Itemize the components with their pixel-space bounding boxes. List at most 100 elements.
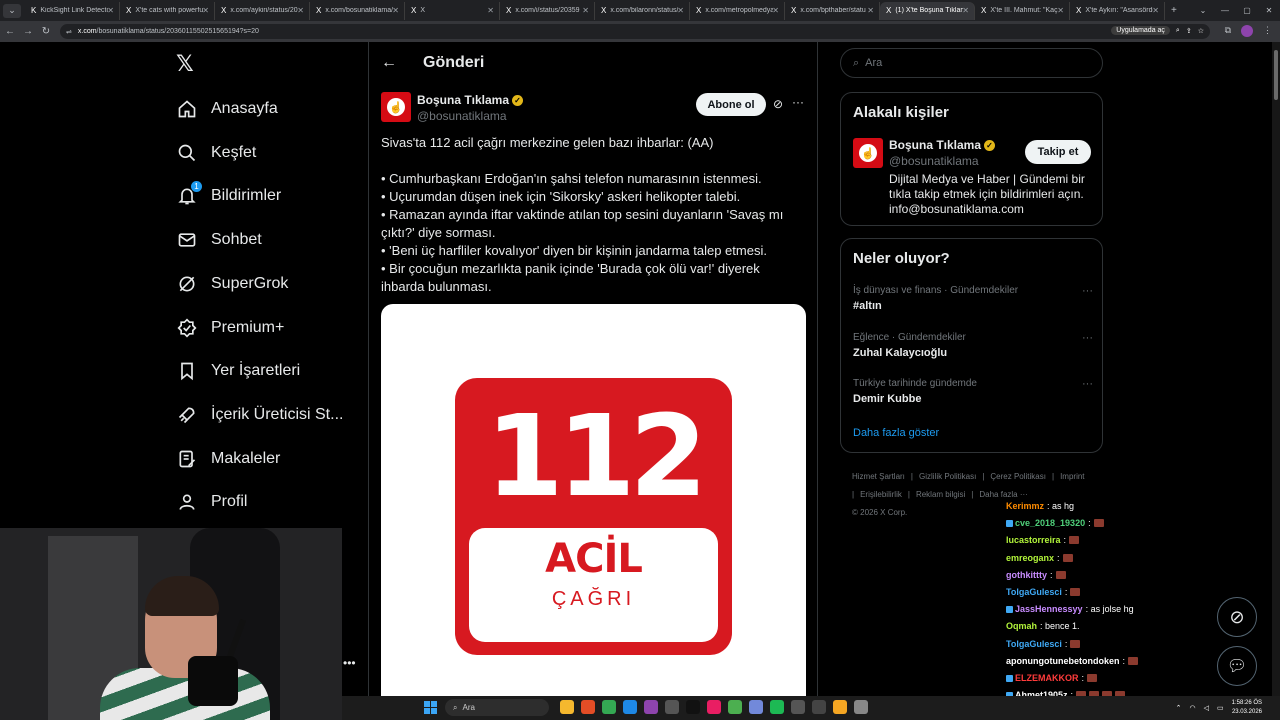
tray-chevron-icon[interactable]: ⌃	[1176, 704, 1182, 712]
bookmark-star-icon[interactable]: ☆	[1198, 27, 1204, 35]
sidebar-item[interactable]: Profil	[176, 487, 247, 517]
sidebar-item[interactable]: Premium+	[176, 313, 284, 343]
browser-tab[interactable]: X (1) X'te Boşuna Tıklam ✕	[880, 1, 975, 20]
chat-username[interactable]: ELZEMAKKOR	[1015, 673, 1079, 683]
messages-fab-button[interactable]: 💬︎	[1217, 646, 1257, 686]
chat-username[interactable]: cve_2018_19320	[1015, 518, 1085, 528]
show-more-link[interactable]: Daha fazla göster	[853, 427, 939, 439]
search-input[interactable]: ⌕ Ara	[840, 48, 1103, 78]
app-icon[interactable]	[854, 700, 868, 714]
sidebar-item[interactable]: Anasayfa	[176, 94, 278, 124]
browser-tab[interactable]: Xx.com/aykiri/status/20 ✕	[215, 1, 310, 20]
footer-link[interactable]: Çerez Politikası	[990, 472, 1046, 481]
app-icon[interactable]	[791, 700, 805, 714]
reload-button[interactable]: ↻	[38, 26, 54, 37]
close-window-button[interactable]: ✕	[1258, 6, 1280, 15]
more-options-icon[interactable]: ···	[792, 95, 804, 109]
chat-username[interactable]: JassHennessyy	[1015, 604, 1083, 614]
browser-tab[interactable]: Xx.com/bilaronn/status/✕	[595, 1, 690, 20]
follow-button[interactable]: Takip et	[1025, 140, 1091, 164]
forward-button[interactable]: →	[20, 26, 36, 37]
trend-more-icon[interactable]: ···	[1082, 378, 1093, 390]
taskbar-clock[interactable]: 1:58:26 ÖS 23.03.2026	[1232, 699, 1262, 717]
tab-close-icon[interactable]: ✕	[202, 6, 209, 15]
app-icon[interactable]	[644, 700, 658, 714]
battery-icon[interactable]: ▭	[1217, 704, 1224, 712]
browser-icon[interactable]	[581, 700, 595, 714]
browser-tab[interactable]: X X ✕	[405, 1, 500, 20]
tab-close-icon[interactable]: ✕	[1057, 6, 1064, 15]
browser-tab[interactable]: Xx.com/metropolmedya ✕	[690, 1, 785, 20]
related-name[interactable]: Boşuna Tıklama ✓	[889, 138, 996, 152]
app-icon[interactable]	[665, 700, 679, 714]
tab-close-icon[interactable]: ✕	[772, 6, 779, 15]
more-icon[interactable]: •••	[343, 656, 356, 670]
author-name[interactable]: Boşuna Tıklama ✓	[417, 93, 524, 107]
spotify-icon[interactable]	[770, 700, 784, 714]
tab-close-icon[interactable]: ✕	[487, 6, 494, 15]
app-icon[interactable]	[707, 700, 721, 714]
tab-list-icon[interactable]: ⌄	[1192, 6, 1214, 15]
browser-tab[interactable]: X X'te cats with powerful ✕	[120, 1, 215, 20]
address-bar[interactable]: ⇌ x.com/bosunatiklama/status/20360115502…	[60, 24, 1210, 39]
x-logo-icon[interactable]: 𝕏	[176, 52, 194, 77]
windows-start-icon[interactable]	[424, 701, 437, 714]
maximize-button[interactable]: ▢	[1236, 6, 1258, 15]
minimize-button[interactable]: —	[1214, 6, 1236, 15]
tab-close-icon[interactable]: ✕	[962, 6, 969, 15]
author-avatar[interactable]: ☝	[381, 92, 411, 122]
subscribe-button[interactable]: Abone ol	[696, 93, 766, 116]
chat-username[interactable]: lucastorreira	[1006, 535, 1061, 545]
wifi-icon[interactable]: ◠	[1190, 704, 1196, 712]
discord-icon[interactable]	[749, 700, 763, 714]
profile-avatar[interactable]	[1241, 25, 1253, 37]
sidebar-item[interactable]: 1 Bildirimler	[176, 181, 281, 211]
chat-username[interactable]: Kerimmz	[1006, 501, 1044, 511]
post-image[interactable]: 112 ACİL ÇAĞRI	[381, 304, 806, 720]
whatsapp-icon[interactable]	[728, 700, 742, 714]
chat-username[interactable]: TolgaGulesci	[1006, 587, 1062, 597]
sidebar-item[interactable]: SuperGrok	[176, 269, 288, 299]
open-in-app-button[interactable]: Uygulamada aç	[1111, 26, 1170, 35]
grok-icon[interactable]: ⊘	[773, 97, 783, 111]
edge-icon[interactable]	[623, 700, 637, 714]
trend-item[interactable]: Eğlence · Gündemdekiler Zuhal Kalaycıoğlu…	[853, 332, 1093, 359]
tiktok-icon[interactable]	[686, 700, 700, 714]
app-icon[interactable]	[833, 700, 847, 714]
browser-tab[interactable]: Xx.com/i/status/20359 ✕	[500, 1, 595, 20]
sidebar-item[interactable]: Keşfet	[176, 138, 256, 168]
chat-username[interactable]: gothkittty	[1006, 570, 1047, 580]
tab-close-icon[interactable]: ✕	[867, 6, 874, 15]
footer-link[interactable]: Reklam bilgisi	[916, 490, 965, 499]
browser-tab[interactable]: K KickSight Link Detecto ✕	[25, 1, 120, 20]
browser-menu-icon[interactable]: ⋮	[1263, 25, 1272, 37]
tab-close-icon[interactable]: ✕	[297, 6, 304, 15]
tab-close-icon[interactable]: ✕	[392, 6, 399, 15]
tab-close-icon[interactable]: ✕	[107, 6, 114, 15]
browser-tab[interactable]: X X'te Aykırı: "Asansörde ✕	[1070, 1, 1165, 20]
scrollbar-thumb[interactable]	[1274, 50, 1278, 100]
chat-username[interactable]: aponungotunebetondoken	[1006, 656, 1119, 666]
trend-more-icon[interactable]: ···	[1082, 285, 1093, 297]
chat-username[interactable]: Oqmah	[1006, 621, 1037, 631]
share-icon[interactable]: ⇪	[1186, 27, 1192, 35]
zoom-icon[interactable]: ⌕	[1176, 27, 1180, 35]
sidebar-item[interactable]: Yer İşaretleri	[176, 356, 300, 386]
footer-link[interactable]: © 2026 X Corp.	[852, 508, 907, 517]
trend-item[interactable]: Türkiye tarihinde gündemde Demir Kubbe ···	[853, 378, 1093, 405]
new-tab-button[interactable]: +	[1171, 5, 1177, 16]
sidebar-item[interactable]: Sohbet	[176, 225, 262, 255]
chat-username[interactable]: emreoganx	[1006, 553, 1054, 563]
back-button[interactable]: ←	[2, 26, 18, 37]
browser-tab[interactable]: Xx.com/bosunatiklama/✕	[310, 1, 405, 20]
footer-link[interactable]: Gizlilik Politikası	[919, 472, 976, 481]
chrome-icon[interactable]	[602, 700, 616, 714]
author-handle[interactable]: @bosunatiklama	[417, 109, 507, 123]
browser-tab[interactable]: X X'te III. Mahmut: "Kaç ✕	[975, 1, 1070, 20]
files-icon[interactable]	[560, 700, 574, 714]
back-arrow-icon[interactable]: ←	[381, 54, 397, 72]
tab-close-icon[interactable]: ✕	[677, 6, 684, 15]
tab-search-icon[interactable]: ⌄	[3, 3, 21, 18]
trend-more-icon[interactable]: ···	[1082, 332, 1093, 344]
footer-link[interactable]: Hizmet Şartları	[852, 472, 905, 481]
